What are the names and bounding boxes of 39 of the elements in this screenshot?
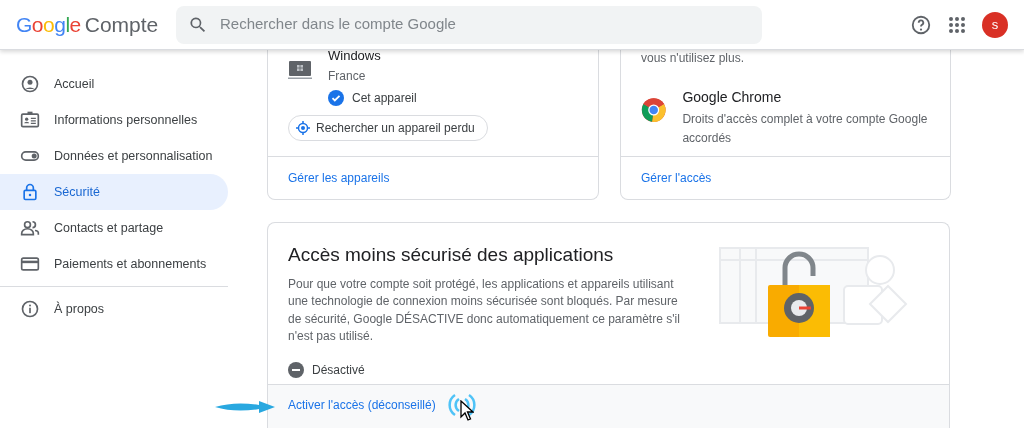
card-title: Accès moins sécurisé des applications xyxy=(288,243,615,267)
cursor-icon xyxy=(460,400,474,422)
locate-icon xyxy=(296,121,310,135)
sidebar-item[interactable]: Contacts et partage xyxy=(0,210,228,246)
sidebar-item[interactable]: Données et personnalisation xyxy=(0,138,228,174)
device-name: Windows xyxy=(328,49,382,63)
sidebar-item[interactable]: Accueil xyxy=(0,66,228,102)
current-device-label: Cet appareil xyxy=(352,90,417,107)
search-input[interactable]: Rechercher dans le compte Google xyxy=(220,13,750,36)
avatar[interactable]: s xyxy=(982,11,1008,38)
sidebar-item[interactable]: Sécurité xyxy=(0,174,228,210)
apps-grid-icon[interactable] xyxy=(948,15,966,34)
account-circle-icon xyxy=(20,74,40,94)
card-text: vous n'utilisez plus. xyxy=(641,50,745,67)
lock-icon xyxy=(20,182,40,202)
device-location: France xyxy=(328,68,367,85)
manage-access-link[interactable]: Gérer l'accès xyxy=(641,169,712,187)
chrome-icon xyxy=(641,95,667,125)
people-icon xyxy=(20,218,40,238)
status-label: Désactivé xyxy=(312,361,365,379)
check-circle-icon xyxy=(328,90,344,106)
enable-access-link[interactable]: Activer l'accès (déconseillé) xyxy=(288,395,436,414)
id-card-icon xyxy=(20,110,40,130)
search-bar[interactable]: Rechercher dans le compte Google xyxy=(176,5,762,44)
product-name: Compte xyxy=(84,11,159,38)
app-name: Google Chrome xyxy=(682,88,783,107)
sidebar-item[interactable]: À propos xyxy=(0,291,228,327)
info-icon xyxy=(20,299,40,319)
manage-devices-link[interactable]: Gérer les appareils xyxy=(288,169,390,187)
card-description: Pour que votre compte soit protégé, les applications et appareils utilisant une technologie de connexion moins sécurisée sont bloqués. Par mesure de sécurité, Google DÉSACTIVE donc automatiquement ce paramètre s'il n'est pas utilisé. xyxy=(288,275,680,345)
google-logo[interactable]: Google xyxy=(16,8,81,41)
laptop-icon xyxy=(288,60,312,80)
sidebar-item[interactable]: Informations personnelles xyxy=(0,102,228,138)
pointer-arrow-icon xyxy=(215,401,275,413)
sidebar-item[interactable]: Paiements et abonnements xyxy=(0,246,228,282)
credit-card-icon xyxy=(20,254,40,274)
help-icon[interactable] xyxy=(910,13,932,36)
app-access-description: Droits d'accès complet à votre compte Google accordés xyxy=(682,111,929,147)
click-ripple-icon xyxy=(447,391,476,418)
